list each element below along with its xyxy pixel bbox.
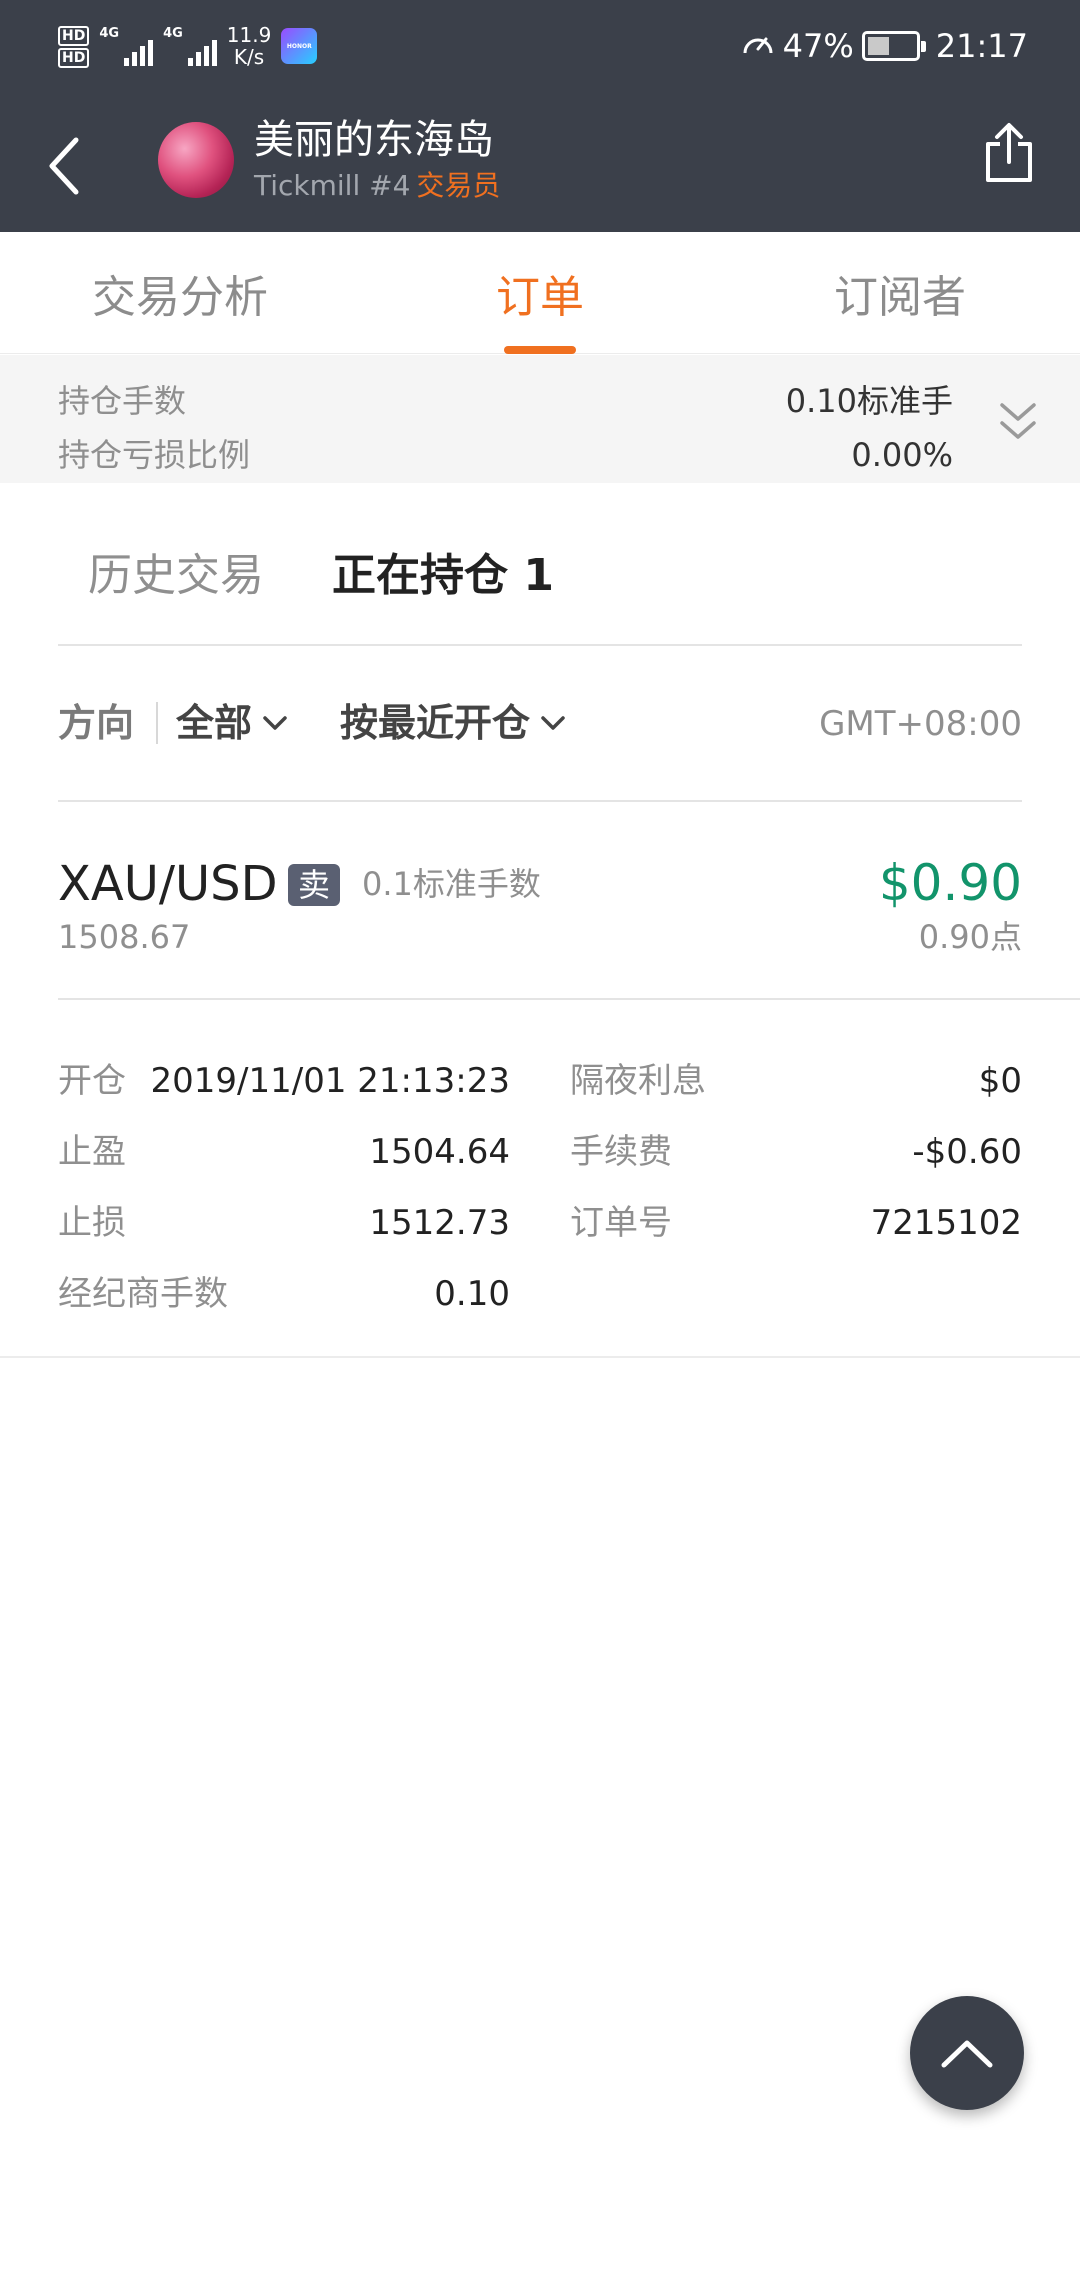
take-profit-value: 1504.64	[369, 1132, 510, 1172]
position-lots-label: 持仓手数	[58, 382, 187, 420]
top-bar: HD HD 4G 4G 11.9 K/s HONOR 47% 21:17 美丽的…	[0, 0, 1080, 232]
battery-icon	[861, 31, 926, 61]
filter-bar: 方向 全部 按最近开仓 GMT+08:00	[0, 646, 1080, 800]
open-price: 1508.67	[58, 918, 191, 956]
role-label: 交易员	[416, 169, 501, 202]
avatar[interactable]	[158, 122, 234, 198]
profit-points: 0.90点	[918, 918, 1022, 956]
sell-badge: 卖	[288, 864, 341, 906]
scroll-to-top-button[interactable]	[910, 1996, 1024, 2110]
network-speed: 11.9 K/s	[226, 23, 272, 69]
hd-indicator: HD HD	[58, 24, 90, 68]
app-header: 美丽的东海岛 Tickmill #4 交易员	[0, 100, 1080, 232]
order-subtabs: 历史交易 正在持仓 1	[0, 520, 1080, 644]
swap-value: $0	[978, 1061, 1022, 1101]
battery-percent: 47%	[782, 27, 854, 65]
profit-amount: $0.90	[878, 854, 1022, 912]
tab-subscribers[interactable]: 订阅者	[780, 242, 1020, 354]
expand-summary-button[interactable]	[996, 399, 1040, 447]
clock: 21:17	[935, 27, 1028, 65]
page-title: 美丽的东海岛	[254, 117, 494, 163]
open-time-label: 开仓	[58, 1061, 126, 1101]
broker-account: Tickmill #4	[254, 169, 411, 202]
status-bar: HD HD 4G 4G 11.9 K/s HONOR 47% 21:17	[0, 0, 1080, 92]
open-time-value: 2019/11/01 21:13:23	[150, 1061, 510, 1101]
main-tabs: 交易分析 订单 订阅者	[0, 242, 1080, 354]
status-right: 47% 21:17	[741, 20, 1028, 72]
position-lots-value: 0.10标准手	[785, 382, 953, 420]
direction-label: 方向	[58, 701, 135, 745]
pnl-ratio-value: 0.00%	[851, 436, 953, 474]
chevron-up-icon	[941, 2040, 993, 2068]
chevron-down-icon	[541, 716, 565, 730]
signal-1-icon: 4G	[99, 26, 154, 66]
subtab-open-positions[interactable]: 正在持仓 1	[332, 546, 554, 606]
tab-trade-analysis[interactable]: 交易分析	[60, 242, 300, 354]
symbol: XAU/USD	[58, 856, 278, 912]
share-button[interactable]	[972, 116, 1046, 190]
timezone-label: GMT+08:00	[819, 704, 1022, 744]
broker-lots-value: 0.10	[434, 1274, 510, 1314]
chevron-down-icon	[263, 716, 287, 730]
direction-value: 全部	[176, 701, 253, 745]
filter-separator	[156, 702, 158, 744]
position-summary: 持仓手数 0.10标准手 持仓亏损比例 0.00%	[0, 355, 1080, 483]
swap-label: 隔夜利息	[570, 1061, 706, 1101]
order-number-value: 7215102	[870, 1203, 1022, 1243]
divider	[58, 998, 1080, 1000]
chevron-left-icon	[49, 137, 79, 195]
hd-2-label: HD	[58, 48, 90, 68]
position-lots: 0.1标准手数	[362, 865, 541, 903]
broker-lots-label: 经纪商手数	[58, 1274, 228, 1314]
direction-dropdown[interactable]: 全部	[176, 698, 288, 748]
sort-dropdown[interactable]: 按最近开仓	[340, 698, 566, 748]
position-card[interactable]: XAU/USD 卖 0.1标准手数 1508.67 $0.90 0.90点	[0, 802, 1080, 1002]
honor-app-icon: HONOR	[281, 28, 318, 64]
status-left: HD HD 4G 4G 11.9 K/s HONOR	[58, 16, 318, 76]
signal-2-icon: 4G	[163, 26, 217, 66]
stop-loss-label: 止损	[58, 1203, 126, 1243]
take-profit-label: 止盈	[58, 1132, 126, 1172]
pnl-ratio-label: 持仓亏损比例	[58, 436, 251, 474]
tab-orders[interactable]: 订单	[440, 242, 640, 354]
position-details: 开仓 2019/11/01 21:13:23 止盈 1504.64 止损 151…	[0, 1002, 1080, 1358]
stop-loss-value: 1512.73	[369, 1203, 510, 1243]
hd-1-label: HD	[58, 26, 90, 46]
order-number-label: 订单号	[570, 1203, 672, 1243]
speedometer-icon	[743, 37, 773, 54]
double-chevron-down-icon	[1000, 403, 1036, 439]
subtab-history[interactable]: 历史交易	[88, 546, 264, 606]
back-button[interactable]	[36, 128, 92, 204]
fee-label: 手续费	[570, 1132, 672, 1172]
page-subtitle: Tickmill #4 交易员	[254, 168, 500, 204]
sort-value: 按最近开仓	[340, 701, 531, 745]
active-tab-indicator	[504, 346, 576, 354]
fee-value: -$0.60	[912, 1132, 1022, 1172]
share-icon	[986, 123, 1032, 182]
